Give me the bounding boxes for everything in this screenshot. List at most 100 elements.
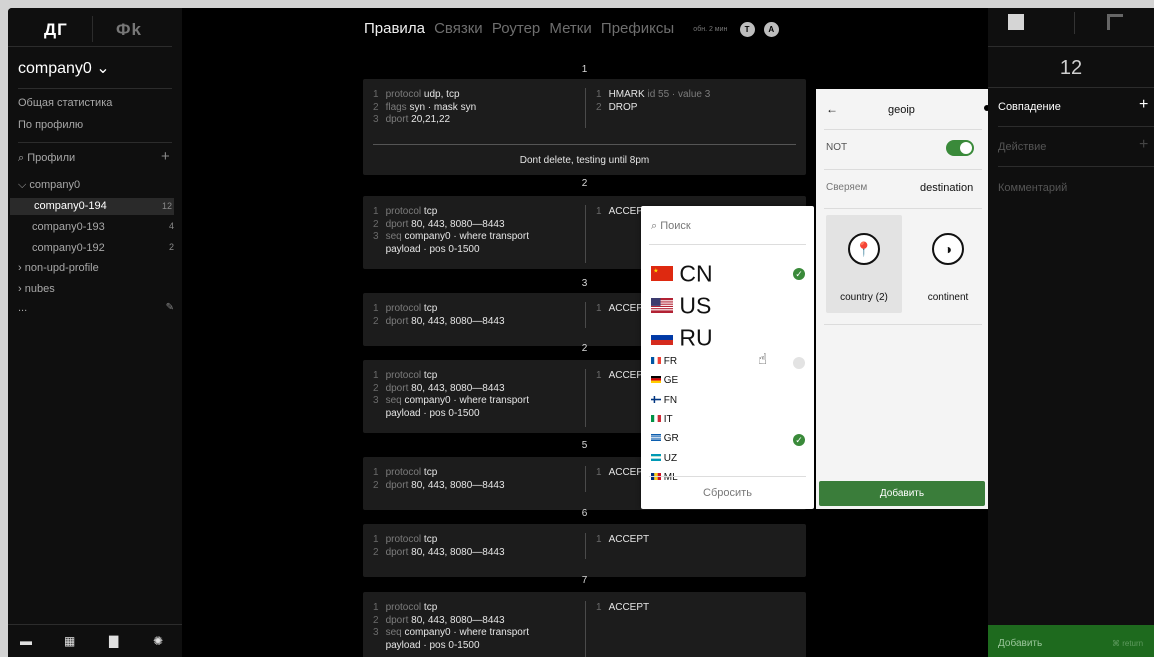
tree-item-company0-194[interactable]: company0-194 12 xyxy=(10,198,174,215)
flag-icon xyxy=(651,433,661,444)
add-action-button[interactable]: + xyxy=(1139,136,1148,154)
view-icon-right[interactable] xyxy=(1107,14,1123,30)
rules-icon[interactable]: ▬ xyxy=(20,635,32,647)
flag-icon xyxy=(651,292,673,319)
option-country[interactable]: 📍 country (2) xyxy=(826,215,902,313)
add-rule-button[interactable]: Добавить ⌘ return xyxy=(988,625,1154,657)
country-option-fr[interactable]: FR xyxy=(651,356,677,367)
action-section[interactable]: Действие xyxy=(998,141,1046,153)
not-toggle[interactable] xyxy=(946,140,974,156)
match-line[interactable]: 0payload · pos 0-1500 xyxy=(373,640,480,651)
comment-field[interactable]: Комментарий xyxy=(998,182,1067,194)
tab-prefixes[interactable]: Префиксы xyxy=(601,20,674,37)
flag-icon xyxy=(651,324,673,351)
edit-icon: ✎ xyxy=(165,302,174,313)
more-menu[interactable]: ... ✎ xyxy=(18,302,174,314)
app-window: ДГ Фk company0 ⌄ Общая статистика По про… xyxy=(8,8,1154,657)
view-icon-left[interactable] xyxy=(1008,14,1024,30)
avatar-a[interactable]: A xyxy=(763,21,779,37)
update-status: обн. 2 мин xyxy=(693,25,728,33)
match-line[interactable]: 1 protocol tcp xyxy=(373,370,437,381)
tab-tags[interactable]: Метки xyxy=(549,20,591,37)
country-option-cn[interactable]: ★ CN xyxy=(651,259,713,287)
country-search-input[interactable]: Поиск xyxy=(660,220,690,232)
document-icon[interactable]: ▇ xyxy=(109,635,121,647)
match-section[interactable]: Совпадение xyxy=(998,101,1061,113)
flag-icon xyxy=(651,414,661,425)
tree-item-company0-193[interactable]: company0-193 4 xyxy=(18,221,174,233)
action-line[interactable]: 2 DROP xyxy=(596,102,637,113)
compare-value[interactable]: destination xyxy=(920,182,973,194)
country-option-ml[interactable]: ML xyxy=(651,472,678,483)
action-line[interactable]: 1 ACCEPT xyxy=(596,534,649,545)
link-general-stats[interactable]: Общая статистика xyxy=(18,97,112,109)
logo-fk[interactable]: Фk xyxy=(116,20,142,40)
grid-icon[interactable]: ▦ xyxy=(64,635,76,647)
avatar-t[interactable]: T xyxy=(739,21,755,37)
match-line[interactable]: 1 protocol udp, tcp xyxy=(373,89,460,100)
match-line[interactable]: 2 flags syn · mask syn xyxy=(373,102,476,113)
settings-icon[interactable]: ✺ xyxy=(153,635,165,647)
continent-icon: ◑ xyxy=(932,233,964,265)
profiles-label[interactable]: Профили xyxy=(27,152,75,164)
country-option-gr[interactable]: GR xyxy=(651,433,679,444)
country-option-fn[interactable]: FN xyxy=(651,395,677,406)
country-option-ge[interactable]: GE xyxy=(651,375,678,386)
match-line[interactable]: 0payload · pos 0-1500 xyxy=(373,408,480,419)
match-line[interactable]: 0payload · pos 0-1500 xyxy=(373,244,480,255)
match-line[interactable]: 2 dport 80, 443, 8080—8443 xyxy=(373,316,505,327)
back-button[interactable]: ← xyxy=(826,102,838,116)
tab-links[interactable]: Связки xyxy=(434,20,483,37)
tree-item-nubes[interactable]: › nubes xyxy=(18,283,174,295)
tree-item-company0-192[interactable]: company0-192 2 xyxy=(18,242,174,254)
match-line[interactable]: 3 seq company0 · where transport xyxy=(373,627,529,638)
tab-router[interactable]: Роутер xyxy=(492,20,540,37)
country-option-ru[interactable]: RU xyxy=(651,323,713,351)
add-profile-button[interactable]: + xyxy=(161,148,170,165)
compare-label: Сверяем xyxy=(826,182,868,193)
rule-card[interactable]: 1 protocol tcp 2 dport 80, 443, 8080—8443 3 s… xyxy=(363,592,806,657)
company-selector[interactable]: company0 ⌄ xyxy=(18,58,110,78)
country-popover: ⌕ Поиск ★ CN✓ US RU FR✓ GE FN IT GR✓ UZ … xyxy=(641,206,814,509)
match-line[interactable]: 2 dport 80, 443, 8080—8443 xyxy=(373,547,505,558)
logo-dg[interactable]: ДГ xyxy=(44,20,68,40)
match-line[interactable]: 1 protocol tcp xyxy=(373,534,437,545)
tree-item-company0[interactable]: ⌵ company0 xyxy=(18,179,174,192)
geoip-add-button[interactable]: Добавить xyxy=(819,481,985,506)
match-line[interactable]: 1 protocol tcp xyxy=(373,303,437,314)
rule-comment[interactable]: Dont delete, testing until 8pm xyxy=(363,155,806,166)
search-icon: ⌕ xyxy=(18,152,25,164)
match-line[interactable]: 2 dport 80, 443, 8080—8443 xyxy=(373,615,505,626)
tab-bar: Правила Связки Роутер Метки Префиксы обн… xyxy=(364,20,784,37)
link-by-profile[interactable]: По профилю xyxy=(18,119,83,131)
country-option-us[interactable]: US xyxy=(651,291,711,319)
flag-icon xyxy=(651,453,661,464)
search-icon: ⌕ xyxy=(651,220,658,232)
country-option-uz[interactable]: UZ xyxy=(651,453,677,464)
match-line[interactable]: 3 dport 20,21,22 xyxy=(373,114,450,125)
rule-card[interactable]: 1 protocol tcp 2 dport 80, 443, 8080—8443 1 A… xyxy=(363,524,806,577)
match-line[interactable]: 1 protocol tcp xyxy=(373,467,437,478)
match-line[interactable]: 2 dport 80, 443, 8080—8443 xyxy=(373,383,505,394)
action-line[interactable]: 1 ACCEPT xyxy=(596,602,649,613)
hand-cursor-icon: ☝ xyxy=(758,351,768,368)
match-line[interactable]: 2 dport 80, 443, 8080—8443 xyxy=(373,480,505,491)
rule-number: 6 xyxy=(581,508,588,519)
check-icon: ✓ xyxy=(793,434,805,447)
country-option-it[interactable]: IT xyxy=(651,414,673,425)
tree-item-non-upd-profile[interactable]: › non-upd-profile xyxy=(18,262,174,274)
match-line[interactable]: 1 protocol tcp xyxy=(373,602,437,613)
not-label: NOT xyxy=(826,142,848,153)
match-line[interactable]: 3 seq company0 · where transport xyxy=(373,231,529,242)
add-match-button[interactable]: + xyxy=(1139,96,1148,114)
reset-button[interactable]: Сбросить xyxy=(641,487,814,499)
action-line[interactable]: 1 HMARK id 55 · value 3 xyxy=(596,89,710,100)
tab-rules[interactable]: Правила xyxy=(364,20,425,37)
match-line[interactable]: 2 dport 80, 443, 8080—8443 xyxy=(373,219,505,230)
match-line[interactable]: 3 seq company0 · where transport xyxy=(373,395,529,406)
sidebar: ДГ Фk company0 ⌄ Общая статистика По про… xyxy=(8,8,182,657)
option-continent[interactable]: ◑ continent xyxy=(910,215,986,313)
match-line[interactable]: 1 protocol tcp xyxy=(373,206,437,217)
rule-card[interactable]: 1 protocol udp, tcp 2 flags syn · mask syn 3… xyxy=(363,79,806,175)
svg-text:★: ★ xyxy=(653,268,658,275)
